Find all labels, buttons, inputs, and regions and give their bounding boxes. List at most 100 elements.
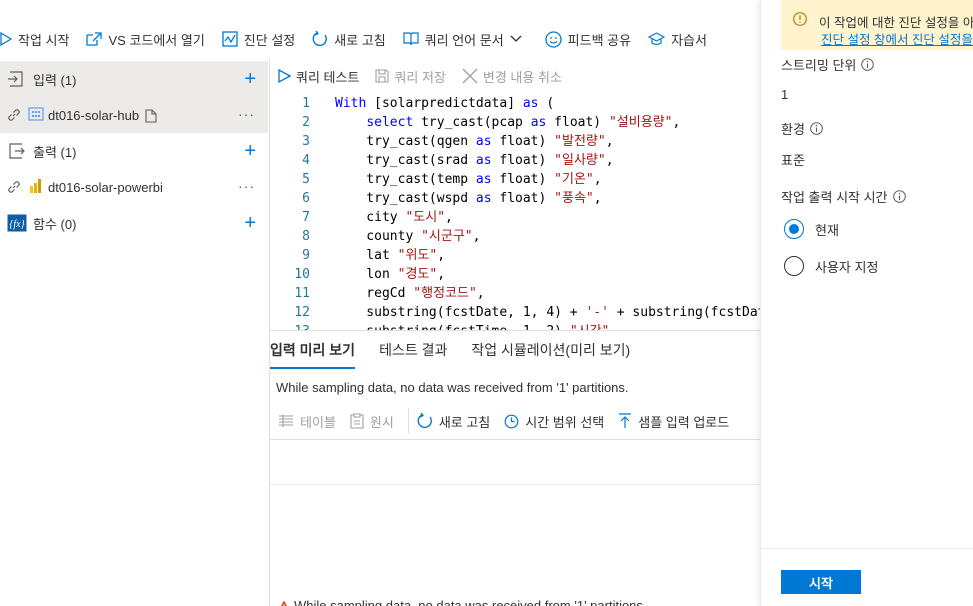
- tutorial-button[interactable]: 자습서: [648, 30, 707, 49]
- test-query-button[interactable]: 쿼리 테스트: [278, 67, 359, 86]
- code-line[interactable]: 7 city "도시",: [270, 208, 453, 227]
- line-number: 3: [302, 134, 310, 149]
- line-number: 4: [302, 153, 310, 168]
- input-item-solar-hub[interactable]: dt016-solar-hub ···: [0, 97, 268, 133]
- code-token: regCd: [335, 286, 414, 301]
- code-token: "일사량": [554, 153, 606, 168]
- save-query-button[interactable]: 쿼리 저장: [375, 67, 446, 86]
- functions-label: 함수 (0): [33, 216, 77, 232]
- more-options-icon[interactable]: ···: [238, 178, 255, 194]
- event-hub-icon: [28, 107, 44, 121]
- code-token: ,: [593, 191, 602, 206]
- add-input-icon[interactable]: +: [244, 69, 256, 89]
- radio-custom-circle[interactable]: [784, 256, 804, 276]
- code-line[interactable]: 9 lat "위도",: [270, 246, 445, 265]
- line-number: 10: [294, 267, 310, 282]
- add-function-icon[interactable]: +: [244, 213, 256, 233]
- code-line[interactable]: 2 select try_cast(pcap as float) "설비용량",: [270, 113, 680, 132]
- radio-custom[interactable]: 사용자 지정: [784, 256, 878, 276]
- code-line[interactable]: 12 substring(fcstDate, 1, 4) + '-' + sub…: [270, 303, 760, 322]
- refresh-icon: [312, 31, 328, 47]
- test-query-label: 쿼리 테스트: [296, 69, 360, 85]
- grid-row-divider: [270, 484, 760, 485]
- code-line[interactable]: 1 With [solarpredictdata] as (: [270, 94, 554, 113]
- line-number: 6: [302, 191, 310, 206]
- grid-header-divider: [270, 439, 760, 440]
- tab-input-preview[interactable]: 입력 미리 보기: [270, 331, 356, 369]
- raw-view-label: 원시: [369, 414, 394, 430]
- open-in-vscode-button[interactable]: VS 코드에서 열기: [86, 30, 205, 49]
- add-output-icon[interactable]: +: [244, 141, 256, 161]
- raw-view-button[interactable]: 원시: [350, 412, 394, 431]
- code-line[interactable]: 13 substring(fcstTime, 1, 2) "시간": [270, 322, 609, 330]
- code-line[interactable]: 3 try_cast(qgen as float) "발전량",: [270, 132, 613, 151]
- warning-icon: [280, 600, 288, 606]
- open-in-vscode-label: VS 코드에서 열기: [108, 32, 205, 48]
- streaming-units-value: 1: [781, 87, 789, 102]
- powerbi-icon: [30, 179, 41, 193]
- code-line[interactable]: 8 county "시군구",: [270, 227, 480, 246]
- code-token: '-': [585, 305, 609, 320]
- discard-changes-button[interactable]: 변경 내용 취소: [462, 67, 562, 86]
- output-start-time-text: 작업 출력 시작 시간: [781, 190, 888, 205]
- sampling-message: While sampling data, no data was receive…: [276, 380, 629, 395]
- upload-sample-button[interactable]: 샘플 입력 업로드: [618, 412, 729, 431]
- chevron-down-icon: [510, 35, 522, 42]
- code-token: "설비용량": [608, 115, 673, 130]
- preview-refresh-button[interactable]: 새로 고침: [417, 412, 490, 431]
- info-icon[interactable]: [892, 190, 906, 203]
- environment-label: 환경: [781, 119, 823, 138]
- radio-now-circle[interactable]: [784, 219, 804, 239]
- line-number: 13: [270, 322, 310, 330]
- functions-section[interactable]: {fx} 함수 (0) +: [0, 205, 268, 241]
- diagnostics-settings-link[interactable]: 진단 설정 창에서 진단 설정을 구: [821, 29, 973, 48]
- tab-test-results[interactable]: 테스트 결과: [379, 331, 447, 369]
- outputs-section[interactable]: 출력 (1) +: [0, 133, 268, 169]
- environment-value: 표준: [781, 153, 805, 168]
- code-line[interactable]: 5 try_cast(temp as float) "기온",: [270, 170, 601, 189]
- radio-now[interactable]: 현재: [784, 219, 839, 239]
- sampling-warning-text: While sampling data, no data was receive…: [294, 598, 647, 606]
- code-token: "행정코드": [413, 286, 477, 301]
- table-view-button[interactable]: 테이블: [278, 412, 336, 431]
- table-icon: [279, 415, 293, 427]
- code-line[interactable]: 4 try_cast(srad as float) "일사량",: [270, 151, 613, 170]
- code-token: as: [530, 115, 555, 130]
- query-docs-button[interactable]: 쿼리 언어 문서: [403, 30, 528, 49]
- output-item-solar-powerbi[interactable]: dt016-solar-powerbi ···: [0, 169, 268, 205]
- info-icon[interactable]: [861, 58, 875, 71]
- line-number: 2: [302, 115, 310, 130]
- code-line[interactable]: 11 regCd "행정코드",: [270, 284, 484, 303]
- line-number: 1: [302, 96, 310, 111]
- code-token: try_cast(wspd: [335, 191, 476, 206]
- code-token: select: [366, 115, 422, 130]
- time-range-button[interactable]: 시간 범위 선택: [504, 412, 604, 431]
- line-number: 12: [294, 305, 310, 320]
- results-tabs: 입력 미리 보기 테스트 결과 작업 시뮬레이션(미리 보기): [270, 331, 760, 369]
- outputs-label: 출력 (1): [33, 144, 77, 160]
- feedback-button[interactable]: 피드백 공유: [545, 30, 631, 49]
- diagnostics-button[interactable]: 진단 설정: [222, 30, 295, 49]
- refresh-button[interactable]: 새로 고침: [312, 30, 386, 49]
- code-token: city: [335, 210, 406, 225]
- tab-job-simulation[interactable]: 작업 시뮬레이션(미리 보기): [471, 331, 630, 369]
- play-icon: [0, 32, 12, 46]
- code-token: county: [335, 229, 422, 244]
- code-line[interactable]: 10 lon "경도",: [270, 265, 445, 284]
- start-button[interactable]: 시작: [781, 570, 861, 594]
- streaming-units-text: 스트리밍 단위: [781, 58, 857, 73]
- code-token: With: [335, 96, 375, 111]
- inputs-section[interactable]: 입력 (1) +: [0, 61, 268, 97]
- more-options-icon[interactable]: ···: [238, 106, 255, 122]
- start-job-button[interactable]: 작업 시작: [0, 30, 69, 49]
- smiley-icon: [545, 30, 562, 48]
- code-token: try_cast(srad: [335, 153, 476, 168]
- start-job-label: 작업 시작: [18, 32, 70, 48]
- clock-icon: [504, 414, 519, 428]
- query-code-editor[interactable]: 1 With [solarpredictdata] as (2 select tr…: [270, 94, 760, 330]
- table-view-label: 테이블: [300, 414, 336, 430]
- refresh-icon: [417, 413, 432, 429]
- code-line[interactable]: 6 try_cast(wspd as float) "풍속",: [270, 189, 602, 208]
- info-icon[interactable]: [810, 122, 823, 135]
- code-token: as: [475, 153, 500, 168]
